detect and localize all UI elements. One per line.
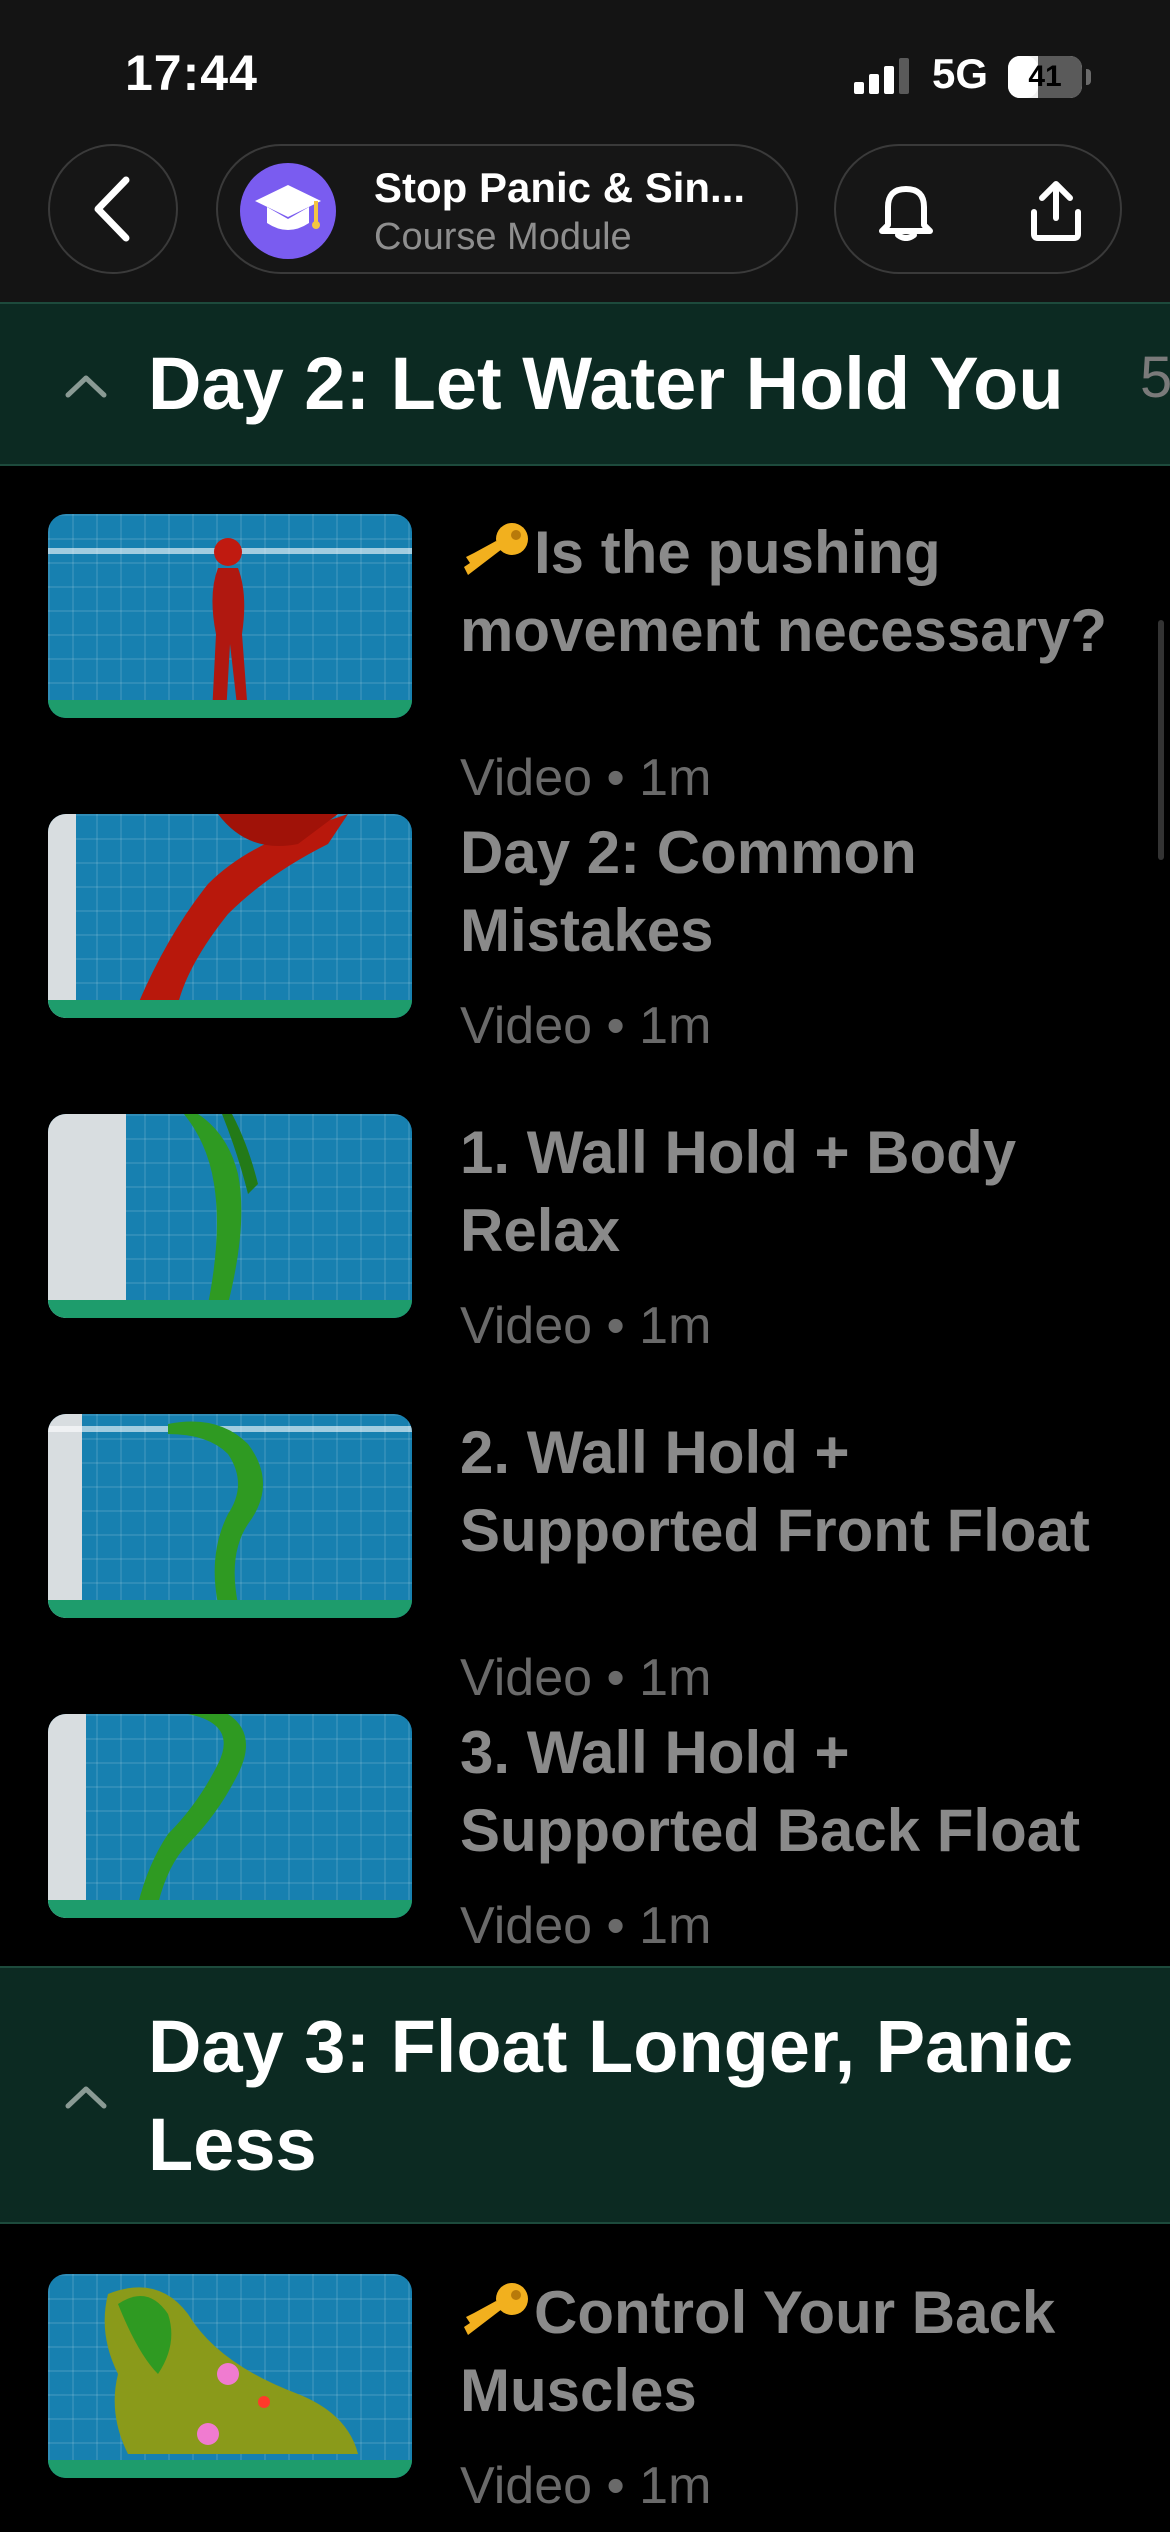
share-icon <box>1031 181 1081 241</box>
key-icon <box>464 2283 528 2335</box>
battery-icon: 41 <box>1008 56 1091 98</box>
video-thumbnail <box>48 1114 412 1318</box>
lesson-meta: Video • 1m <box>460 1897 712 1955</box>
course-subtitle: Course Module <box>374 216 632 258</box>
section-header-day-2[interactable]: Day 2: Let Water Hold You 5 <box>0 302 1170 466</box>
lesson-item[interactable]: Is the pushing movement necessary? Video… <box>0 514 1170 807</box>
chevron-up-icon <box>65 2086 107 2109</box>
lesson-title: Day 2: Common Mistakes <box>460 819 917 964</box>
course-title: Stop Panic & Sin... <box>374 164 746 211</box>
lesson-meta: Video • 1m <box>460 2457 712 2515</box>
bell-icon <box>879 186 933 241</box>
watch-progress-bar <box>48 1900 412 1918</box>
graduation-cap-icon <box>240 163 336 259</box>
status-time: 17:44 <box>125 45 258 101</box>
watch-progress-bar <box>48 700 412 718</box>
lesson-title: 2. Wall Hold + Supported Front Float <box>460 1419 1090 1564</box>
watch-progress-bar <box>48 2460 412 2478</box>
chevron-left-icon <box>94 176 130 242</box>
lesson-item[interactable]: 3. Wall Hold + Supported Back Float Vide… <box>0 1714 1170 1974</box>
back-button[interactable] <box>48 144 178 274</box>
chevron-up-icon <box>65 375 107 398</box>
lesson-item[interactable]: 1. Wall Hold + Body Relax Video • 1m <box>0 1114 1170 1374</box>
lesson-title: 1. Wall Hold + Body Relax <box>460 1119 1017 1264</box>
key-icon <box>464 523 528 575</box>
top-navigation: Stop Panic & Sin... Course Module <box>0 140 1170 305</box>
scrollbar[interactable] <box>1158 620 1164 860</box>
notifications-button[interactable] <box>866 171 946 251</box>
section-title: Day 3: Float Longer, Panic Less <box>148 2005 1074 2186</box>
course-info-pill[interactable]: Stop Panic & Sin... Course Module <box>216 144 798 274</box>
lesson-title: 3. Wall Hold + Supported Back Float <box>460 1719 1081 1864</box>
section-lesson-count: 5 <box>1140 345 1170 410</box>
watch-progress-bar <box>48 1300 412 1318</box>
section-header-day-3[interactable]: Day 3: Float Longer, Panic Less <box>0 1966 1170 2224</box>
lesson-title: Is the pushing movement necessary? <box>460 519 1107 664</box>
video-thumbnail <box>48 2274 412 2478</box>
video-thumbnail <box>48 1714 412 1918</box>
watch-progress-bar <box>48 1600 412 1618</box>
actions-pill <box>834 144 1122 274</box>
share-button[interactable] <box>1016 171 1096 251</box>
status-bar: 17:44 5G 41 <box>0 0 1170 140</box>
course-module-screen: 17:44 5G 41 Stop Panic & Sin... Course M… <box>0 0 1170 2532</box>
lesson-meta: Video • 1m <box>460 749 712 807</box>
video-thumbnail <box>48 1414 412 1618</box>
lesson-item[interactable]: Control Your Back Muscles Video • 1m <box>0 2274 1170 2532</box>
lesson-meta: Video • 1m <box>460 997 712 1055</box>
lesson-meta: Video • 1m <box>460 1649 712 1707</box>
signal-icon <box>854 58 909 94</box>
lesson-item[interactable]: 2. Wall Hold + Supported Front Float Vid… <box>0 1414 1170 1707</box>
lesson-meta: Video • 1m <box>460 1297 712 1355</box>
watch-progress-bar <box>48 1000 412 1018</box>
video-thumbnail <box>48 514 412 718</box>
lesson-item[interactable]: Day 2: Common Mistakes Video • 1m <box>0 814 1170 1074</box>
battery-level: 41 <box>1028 60 1062 93</box>
video-thumbnail <box>48 814 412 1018</box>
network-type: 5G <box>932 50 989 97</box>
lesson-title: Control Your Back Muscles <box>460 2279 1056 2424</box>
section-title: Day 2: Let Water Hold You <box>148 342 1064 425</box>
